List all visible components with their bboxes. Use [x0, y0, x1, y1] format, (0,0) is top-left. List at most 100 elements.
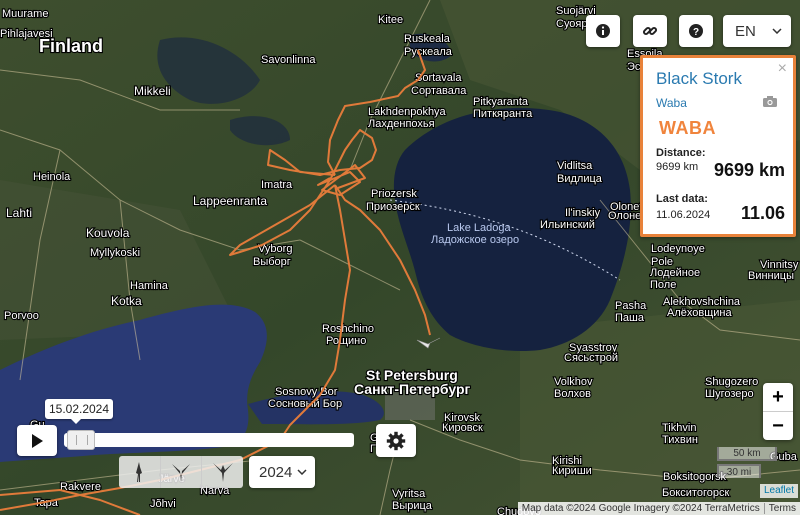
stork-flying-icon [172, 464, 190, 482]
marker-style-selector [119, 456, 243, 488]
timeline-date-tooltip: 15.02.2024 [45, 399, 113, 424]
bird-info-popup: × Black Stork Waba WABA Distance: 9699 k… [640, 55, 796, 237]
bird-tag-big: WABA [659, 118, 716, 138]
chevron-down-icon [297, 469, 307, 475]
map-label-kotka: Kotka [111, 294, 142, 308]
map-label-mikkeli: Mikkeli [134, 84, 171, 98]
map-label-ladoga1: Lake Ladoga [447, 222, 511, 234]
scale-km: 50 km [717, 447, 777, 461]
scale-mi: 30 mi [717, 464, 761, 478]
map-label-tikhvin2: Тихвин [662, 434, 698, 446]
map-label-vidlitsa1: Vidlitsa [557, 160, 593, 172]
map-label-pitkaranta1: Pitkyaranta [473, 96, 529, 108]
year-value: 2024 [259, 463, 293, 481]
settings-button[interactable] [376, 424, 416, 457]
info-icon [596, 24, 610, 38]
map-label-roshchino1: Roshchino [322, 323, 374, 335]
map-label-spb2: Санкт-Петербург [354, 381, 471, 397]
map-label-lodeynoe1: Lodeynoye [651, 243, 705, 255]
map-label-savonlinna: Savonlinna [261, 54, 316, 66]
marker-style-2-button[interactable] [161, 456, 203, 488]
gear-icon [386, 431, 406, 450]
zoom-control: + − [763, 383, 793, 440]
last-data-value: 11.06 [740, 203, 785, 223]
language-value: EN [735, 22, 756, 40]
stork-wings-icon [212, 463, 233, 482]
map-attribution: Map data ©2024 Google Imagery ©2024 Terr… [517, 502, 800, 515]
map-label-vinnitsy2: Винницы [748, 270, 794, 282]
map-label-shugozero1: Shugozero [705, 376, 758, 388]
map-label-sosnovy2: Сосновый Бор [268, 398, 342, 410]
map-label-kirishi2: Кириши [552, 465, 592, 477]
map-label-vyritsa1: Vyritsa [392, 488, 426, 500]
camera-icon[interactable] [763, 96, 777, 107]
map-label-heinola: Heinola [33, 171, 71, 183]
map-label-lappeenranta: Lappeenranta [193, 194, 267, 208]
distance-value: 9699 km [713, 160, 785, 180]
distance-small: 9699 km [656, 161, 699, 173]
map-label-ilinskiy1: Il'inskiy [565, 207, 601, 219]
link-button[interactable] [633, 15, 667, 47]
svg-text:?: ? [693, 27, 699, 38]
zoom-in-button[interactable]: + [763, 383, 793, 411]
last-data-small: 11.06.2024 [656, 209, 711, 221]
stork-standing-icon [136, 462, 143, 482]
map-label-pasha1: Pasha [615, 300, 647, 312]
map-label-vyritsa2: Вырица [392, 500, 433, 512]
map-label-ruskeala2: Рускеала [404, 46, 453, 58]
help-button[interactable]: ? [679, 15, 713, 47]
map-label-porvoo: Porvoo [4, 310, 39, 322]
info-button[interactable] [586, 15, 620, 47]
play-icon [32, 433, 43, 448]
map-label-shugozero2: Шугозеро [705, 388, 754, 400]
marker-style-1-button[interactable] [119, 456, 161, 488]
bird-tag-name[interactable]: Waba [656, 96, 687, 110]
map-label-syasstroy2: Сясьстрой [564, 352, 618, 364]
year-select[interactable]: 2024 [249, 456, 315, 488]
leaflet-link[interactable]: Leaflet [759, 484, 798, 498]
map-label-lahti: Lahti [6, 206, 32, 220]
map-label-boksit2: Бокситогорск [662, 487, 729, 499]
terms-link[interactable]: Terms [763, 503, 800, 514]
help-icon: ? [689, 24, 703, 38]
map-label-pasha2: Паша [615, 312, 645, 324]
map-label-hamina: Hamina [130, 280, 169, 292]
map-label-ruskeala1: Ruskeala [404, 33, 451, 45]
marker-style-3-button[interactable] [202, 456, 243, 488]
map-data-credit: Map data ©2024 Google Imagery ©2024 Terr… [521, 503, 760, 514]
map-label-lodeynoe3: Лодейное [650, 267, 700, 279]
map-label-kouvola: Kouvola [86, 226, 130, 240]
map-label-priozersk1: Priozersk [371, 188, 417, 200]
chevron-down-icon [772, 28, 782, 34]
bird-name[interactable]: Black Stork [656, 69, 742, 89]
language-select[interactable]: EN [723, 15, 791, 47]
link-icon [642, 26, 658, 36]
map-label-lakhdenpokhya2: Лахденпохья [368, 118, 435, 130]
map-label-roshchino2: Рощино [326, 335, 366, 347]
map-label-finland: Finland [39, 36, 103, 56]
timeline-slider-handle[interactable] [67, 430, 95, 450]
close-icon[interactable]: × [778, 60, 787, 78]
map-label-lakhdenpokhya1: Lakhdenpokhya [368, 106, 447, 118]
map-label-mrm: Muurame [2, 8, 48, 20]
map-label-ladoga2: Ладожское озеро [431, 234, 519, 246]
timeline-slider[interactable] [64, 433, 354, 447]
map-label-kirovsk2: Кировск [442, 422, 483, 434]
last-data-label: Last data: [656, 193, 708, 205]
play-button[interactable] [17, 425, 57, 456]
map-label-tikhvin1: Tikhvin [662, 422, 696, 434]
map-label-kitee: Kitee [378, 14, 403, 26]
map-label-alekh2: Алёховщина [667, 307, 732, 319]
map-label-volkhov1: Volkhov [554, 376, 593, 388]
map-label-sortavala2: Сортавала [411, 85, 467, 97]
distance-label: Distance: [656, 147, 706, 159]
map-label-pitkaranta2: Питкяранта [473, 108, 533, 120]
zoom-out-button[interactable]: − [763, 411, 793, 440]
map-label-imatra: Imatra [261, 179, 293, 191]
map-label-vidlitsa2: Видлица [557, 173, 603, 185]
map-label-sosnovy1: Sosnovy Bor [275, 386, 338, 398]
map-label-vyborg2: Выборг [253, 256, 291, 268]
map-label-johvi: Jõhvi [150, 498, 176, 510]
map-label-ilinskiy2: Ильинский [540, 219, 595, 231]
map-label-volkhov2: Волхов [554, 388, 591, 400]
